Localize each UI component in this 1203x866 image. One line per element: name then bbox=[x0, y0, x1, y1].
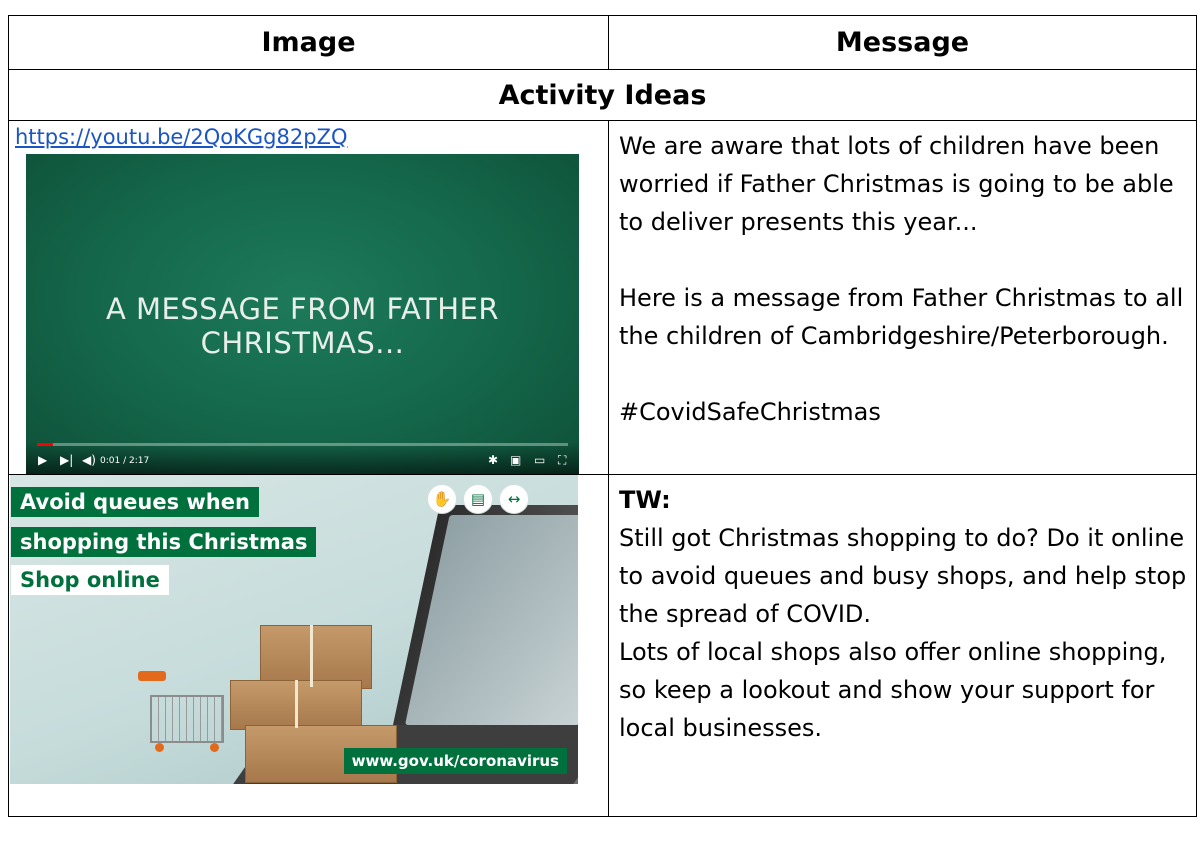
promo-line: shopping this Christmas bbox=[11, 527, 317, 557]
video-link[interactable]: https://youtu.be/2QoKGg82pZQ bbox=[9, 121, 608, 154]
video-time: 0:01 / 2:17 bbox=[100, 456, 150, 466]
miniplayer-icon[interactable]: ▣ bbox=[510, 452, 521, 468]
header-image: Image bbox=[8, 15, 609, 70]
theater-icon[interactable]: ▭ bbox=[534, 452, 545, 468]
twitter-tag: TW: bbox=[619, 486, 671, 514]
cart-handle-graphic bbox=[138, 671, 166, 681]
video-title: A MESSAGE FROM FATHER CHRISTMAS... bbox=[105, 292, 500, 360]
content-table: Image Message Activity Ideas https://you… bbox=[8, 15, 1197, 817]
message-text: TW: Still got Christmas shopping to do? … bbox=[609, 475, 1196, 747]
message-text: We are aware that lots of children have … bbox=[609, 121, 1196, 431]
promo-url: www.gov.uk/coronavirus bbox=[343, 748, 567, 774]
hands-icon: ✋ bbox=[427, 484, 457, 514]
section-row: Activity Ideas bbox=[8, 69, 1197, 121]
cart-wheel-graphic bbox=[210, 743, 219, 752]
message-cell: We are aware that lots of children have … bbox=[608, 120, 1197, 475]
table-row: ✋ ▤ ↔ Avoid queues when shopping this Ch… bbox=[8, 474, 1197, 817]
promo-cta: Shop online bbox=[11, 565, 169, 595]
cart-wheel-graphic bbox=[155, 743, 164, 752]
table-row: https://youtu.be/2QoKGg82pZQ A MESSAGE F… bbox=[8, 120, 1197, 475]
message-paragraph: We are aware that lots of children have … bbox=[619, 132, 1174, 236]
fullscreen-icon[interactable]: ⛶ bbox=[558, 452, 566, 468]
volume-icon[interactable]: ◀) bbox=[82, 452, 96, 468]
distance-icon: ↔ bbox=[499, 484, 529, 514]
promo-line: Avoid queues when bbox=[11, 487, 259, 517]
shopping-cart-graphic bbox=[150, 695, 224, 743]
image-cell: ✋ ▤ ↔ Avoid queues when shopping this Ch… bbox=[8, 474, 609, 817]
message-paragraph: Lots of local shops also offer online sh… bbox=[619, 638, 1167, 742]
play-icon[interactable]: ▶ bbox=[38, 452, 47, 468]
message-paragraph: Still got Christmas shopping to do? Do i… bbox=[619, 524, 1187, 628]
video-progress-bar[interactable] bbox=[37, 443, 568, 446]
video-progress-fill bbox=[37, 443, 53, 446]
header-row: Image Message bbox=[8, 15, 1197, 70]
twine-graphic bbox=[310, 625, 313, 687]
header-message: Message bbox=[608, 15, 1197, 70]
section-title: Activity Ideas bbox=[8, 69, 1197, 121]
hashtag: #CovidSafeChristmas bbox=[619, 398, 881, 426]
next-icon[interactable]: ▶| bbox=[60, 452, 73, 468]
face-mask-icon: ▤ bbox=[463, 484, 493, 514]
settings-icon[interactable]: ✱ bbox=[488, 452, 498, 468]
promo-image: ✋ ▤ ↔ Avoid queues when shopping this Ch… bbox=[10, 475, 578, 784]
twine-graphic bbox=[295, 680, 298, 728]
laptop-screen bbox=[404, 515, 578, 725]
message-paragraph: Here is a message from Father Christmas … bbox=[619, 284, 1184, 350]
message-cell: TW: Still got Christmas shopping to do? … bbox=[608, 474, 1197, 817]
video-player[interactable]: A MESSAGE FROM FATHER CHRISTMAS... ▶ ▶| … bbox=[26, 154, 579, 474]
image-cell: https://youtu.be/2QoKGg82pZQ A MESSAGE F… bbox=[8, 120, 609, 475]
